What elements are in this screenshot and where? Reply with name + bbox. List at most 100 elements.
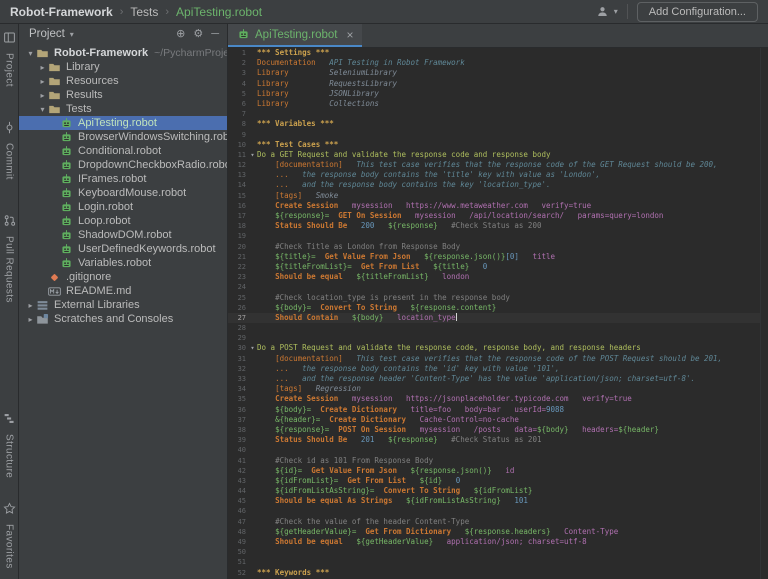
tool-stripe-favorites[interactable]: Favorites [2, 502, 16, 569]
tree-item-tests[interactable]: ▾ Tests [19, 102, 227, 116]
line-number[interactable]: 22 [228, 262, 248, 272]
code-line[interactable]: 4 Library RequestsLibrary [228, 79, 768, 89]
tree-item-dropdowncheckboxradio-robot[interactable]: DropdownCheckboxRadio.robot [19, 158, 227, 172]
chevron-collapsed-icon[interactable]: ▸ [25, 301, 36, 310]
project-panel-title[interactable]: Project [29, 28, 65, 40]
tool-stripe-commit[interactable]: Commit [3, 121, 16, 180]
code-line[interactable]: 11 ▾ Do a GET Request and validate the res… [228, 150, 768, 160]
code-line[interactable]: 2 Documentation API Testing in Robot Fram… [228, 58, 768, 68]
line-number[interactable]: 27 [228, 313, 248, 323]
tool-stripe-pull-requests[interactable]: Pull Requests [3, 214, 16, 303]
chevron-down-icon[interactable]: ▾ [614, 7, 618, 16]
code-line[interactable]: 10 *** Test Cases *** [228, 140, 768, 150]
code-line[interactable]: 37 &{header}= Create Dictionary Cache-Co… [228, 415, 768, 425]
code-line[interactable]: 28 [228, 323, 768, 333]
code-line[interactable]: 36 ${body}= Create Dictionary title=foo … [228, 405, 768, 415]
code-line[interactable]: 43 ${idFromList}= Get From List ${id} 0 [228, 476, 768, 486]
line-number[interactable]: 3 [228, 68, 248, 78]
code-line[interactable]: 34 [tags] Regression [228, 384, 768, 394]
line-number[interactable]: 28 [228, 323, 248, 333]
code-line[interactable]: 38 ${response}= POST On Session mysessio… [228, 425, 768, 435]
line-number[interactable]: 42 [228, 466, 248, 476]
tree-item-variables-robot[interactable]: Variables.robot [19, 256, 227, 270]
code-line[interactable]: 24 [228, 282, 768, 292]
line-number[interactable]: 9 [228, 130, 248, 140]
line-number[interactable]: 24 [228, 282, 248, 292]
line-number[interactable]: 36 [228, 405, 248, 415]
code-line[interactable]: 20 #Check Title as London from Response … [228, 242, 768, 252]
code-editor[interactable]: 1 *** Settings *** 2 Documentation API Test… [228, 48, 768, 579]
line-number[interactable]: 34 [228, 384, 248, 394]
line-number[interactable]: 37 [228, 415, 248, 425]
code-line[interactable]: 22 ${titleFromList}= Get From List ${tit… [228, 262, 768, 272]
line-number[interactable]: 43 [228, 476, 248, 486]
line-number[interactable]: 10 [228, 140, 248, 150]
line-number[interactable]: 20 [228, 242, 248, 252]
code-line[interactable]: 9 [228, 130, 768, 140]
code-line[interactable]: 6 Library Collections [228, 99, 768, 109]
tree-item-browserwindowsswitching-robot[interactable]: BrowserWindowsSwitching.robot [19, 130, 227, 144]
line-number[interactable]: 48 [228, 527, 248, 537]
code-line[interactable]: 52 *** Keywords *** [228, 568, 768, 578]
code-line[interactable]: 15 [tags] Smoke [228, 191, 768, 201]
code-line[interactable]: 45 Should be equal As Strings ${idFromLi… [228, 496, 768, 506]
chevron-collapsed-icon[interactable]: ▸ [25, 315, 36, 324]
code-line[interactable]: 26 ${body}= Convert To String ${response… [228, 303, 768, 313]
locate-icon[interactable]: ⊕ [176, 28, 185, 40]
code-line[interactable]: 47 #Check the value of the header Conten… [228, 517, 768, 527]
code-line[interactable]: 12 [documentation] This test case verifi… [228, 160, 768, 170]
line-number[interactable]: 6 [228, 99, 248, 109]
code-line[interactable]: 33 ... and the response header 'Content-… [228, 374, 768, 384]
code-line[interactable]: 44 ${idFromListAsString}= Convert To Str… [228, 486, 768, 496]
code-line[interactable]: 14 ... and the response body contains th… [228, 180, 768, 190]
line-number[interactable]: 4 [228, 79, 248, 89]
gear-icon[interactable]: ⚙ [193, 28, 203, 40]
tree-item-robot-framework[interactable]: ▾ Robot-Framework ~/PycharmProjects/R [19, 46, 227, 60]
chevron-down-icon[interactable]: ▾ [70, 30, 74, 39]
line-number[interactable]: 1 [228, 48, 248, 58]
chevron-collapsed-icon[interactable]: ▸ [37, 77, 48, 86]
line-number[interactable]: 32 [228, 364, 248, 374]
line-number[interactable]: 23 [228, 272, 248, 282]
user-icon[interactable] [596, 5, 609, 18]
editor-tab-apitesting[interactable]: ApiTesting.robot × [228, 24, 363, 47]
line-number[interactable]: 40 [228, 445, 248, 455]
line-number[interactable]: 17 [228, 211, 248, 221]
tree-item-readme-md[interactable]: README.md [19, 284, 227, 298]
line-number[interactable]: 31 [228, 354, 248, 364]
line-number[interactable]: 38 [228, 425, 248, 435]
tree-item-gitignore[interactable]: .gitignore [19, 270, 227, 284]
line-number[interactable]: 44 [228, 486, 248, 496]
tree-item-shadowdom-robot[interactable]: ShadowDOM.robot [19, 228, 227, 242]
fold-icon[interactable]: ▾ [248, 343, 257, 353]
line-number[interactable]: 7 [228, 109, 248, 119]
line-number[interactable]: 49 [228, 537, 248, 547]
code-line[interactable]: 18 Status Should Be 200 ${response} #Che… [228, 221, 768, 231]
code-line[interactable]: 30 ▾ Do a POST Request and validate the re… [228, 343, 768, 353]
chevron-expanded-icon[interactable]: ▾ [25, 49, 36, 58]
tree-item-keyboardmouse-robot[interactable]: KeyboardMouse.robot [19, 186, 227, 200]
code-line[interactable]: 49 Should be equal ${getHeaderValue} app… [228, 537, 768, 547]
tool-stripe-structure[interactable]: Structure [3, 412, 16, 478]
line-number[interactable]: 41 [228, 456, 248, 466]
code-line[interactable]: 21 ${title}= Get Value From Json ${respo… [228, 252, 768, 262]
tree-item-loop-robot[interactable]: Loop.robot [19, 214, 227, 228]
chevron-collapsed-icon[interactable]: ▸ [37, 63, 48, 72]
code-line[interactable]: 50 [228, 547, 768, 557]
add-configuration-button[interactable]: Add Configuration... [636, 1, 758, 22]
line-number[interactable]: 14 [228, 180, 248, 190]
line-number[interactable]: 12 [228, 160, 248, 170]
line-number[interactable]: 25 [228, 293, 248, 303]
code-line[interactable]: 29 [228, 333, 768, 343]
code-line[interactable]: 32 ... the response body contains the 'i… [228, 364, 768, 374]
code-line[interactable]: 39 Status Should Be 201 ${response} #Che… [228, 435, 768, 445]
chevron-collapsed-icon[interactable]: ▸ [37, 91, 48, 100]
tree-item-userdefinedkeywords-robot[interactable]: UserDefinedKeywords.robot [19, 242, 227, 256]
line-number[interactable]: 8 [228, 119, 248, 129]
tree-item-library[interactable]: ▸ Library [19, 60, 227, 74]
line-number[interactable]: 5 [228, 89, 248, 99]
line-number[interactable]: 29 [228, 333, 248, 343]
line-number[interactable]: 39 [228, 435, 248, 445]
code-line[interactable]: 23 Should be equal ${titleFromList} lond… [228, 272, 768, 282]
code-line[interactable]: 42 ${id}= Get Value From Json ${response… [228, 466, 768, 476]
